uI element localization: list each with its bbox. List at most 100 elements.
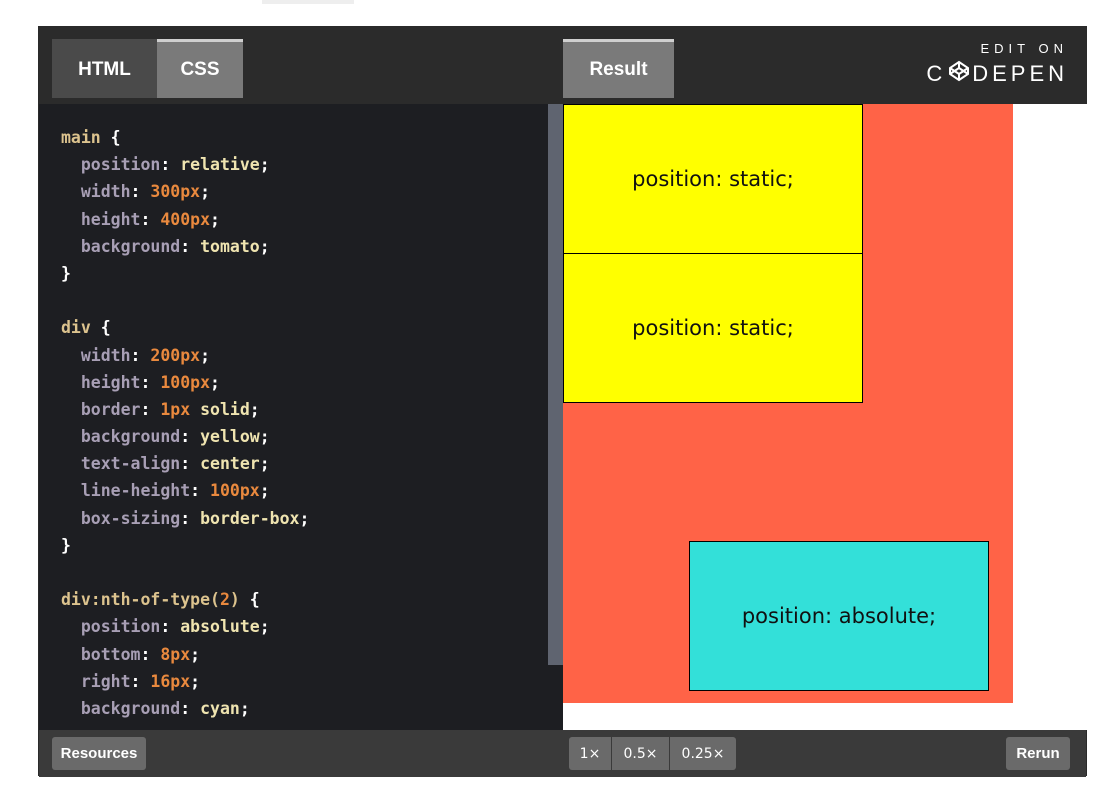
code-token: } — [61, 263, 71, 283]
code-token: { — [100, 128, 121, 147]
code-token: : — [180, 698, 201, 718]
code-token: ; — [210, 209, 220, 229]
code-token: : — [180, 454, 201, 474]
code-line: div:nth-of-type(2) { — [61, 586, 309, 613]
code-token: width — [61, 345, 131, 365]
code-token: div — [61, 318, 91, 338]
code-token: 16px — [150, 671, 191, 691]
code-token: position — [61, 617, 161, 637]
code-token: tomato — [200, 236, 260, 256]
code-line: line-height: 100px; — [61, 477, 309, 504]
code-line: right: 16px; — [61, 668, 309, 695]
code-token: ; — [259, 454, 270, 474]
code-token: background — [61, 427, 181, 447]
code-token: ; — [299, 508, 310, 528]
code-line: border: 1px solid; — [61, 396, 309, 423]
code-token: } — [61, 535, 71, 555]
code-token: ; — [259, 236, 270, 256]
resources-button[interactable]: Resources — [52, 737, 146, 770]
code-token: : — [180, 508, 201, 528]
edit-on-label: EDIT ON — [980, 41, 1068, 56]
code-line: } — [61, 260, 309, 287]
code-line: background: cyan; — [61, 695, 309, 722]
code-token: : — [140, 209, 161, 229]
code-token: : — [190, 481, 211, 501]
code-token: background — [61, 236, 181, 256]
code-line: box-sizing: border-box; — [61, 505, 310, 532]
tab-result[interactable]: Result — [563, 39, 674, 98]
code-token: : — [130, 345, 151, 365]
css-editor[interactable]: main { position: relative; width: 300px;… — [39, 104, 548, 730]
code-token: bottom — [61, 644, 141, 664]
code-token: line-height — [61, 481, 191, 501]
code-line: position: relative; — [61, 151, 309, 178]
zoom-0-25x-button[interactable]: 0.25× — [670, 737, 736, 770]
zoom-controls: 1× 0.5× 0.25× — [569, 737, 737, 770]
code-token: solid — [190, 399, 250, 419]
code-line: } — [61, 532, 309, 559]
absolute-div: position: absolute; — [689, 541, 989, 691]
code-line: main { — [61, 124, 309, 151]
code-line: height: 400px; — [61, 206, 309, 233]
code-token: 400px — [160, 209, 211, 229]
code-line: height: 100px; — [61, 369, 309, 396]
code-token: right — [61, 671, 131, 691]
code-token: yellow — [200, 427, 260, 447]
code-token: : — [180, 236, 201, 256]
code-token: { — [239, 590, 260, 610]
code-token: relative — [180, 155, 260, 175]
code-line: bottom: 8px; — [61, 641, 309, 668]
code-token: 8px — [160, 644, 191, 664]
code-token: 1px — [160, 399, 191, 419]
rerun-button[interactable]: Rerun — [1006, 737, 1070, 770]
zoom-0-5x-button[interactable]: 0.5× — [612, 737, 669, 770]
code-line: position: absolute; — [61, 613, 309, 640]
css-code: main { position: relative; width: 300px;… — [61, 124, 309, 722]
code-token: : — [140, 372, 161, 392]
code-token: ; — [259, 155, 270, 175]
code-token: cyan — [200, 698, 240, 718]
code-token: : — [130, 182, 151, 202]
code-line: div { — [61, 314, 309, 341]
code-token: position — [61, 155, 161, 175]
code-token: : — [130, 671, 151, 691]
codepen-wordmark-left: C — [926, 61, 947, 86]
code-token: ; — [190, 671, 201, 691]
code-token: main — [61, 128, 101, 147]
code-token: : — [160, 155, 181, 175]
embed-footer: Resources 1× 0.5× 0.25× Rerun — [39, 730, 1086, 777]
edit-on-codepen-link[interactable]: EDIT ON C DEPEN — [926, 41, 1068, 88]
tab-html[interactable]: HTML — [52, 39, 157, 98]
code-token: : — [160, 617, 181, 637]
code-token: { — [90, 318, 111, 338]
editor-scrollbar[interactable] — [548, 104, 563, 665]
code-token: ; — [259, 481, 270, 501]
embed-header: HTML CSS Result EDIT ON C DEPEN — [39, 27, 1086, 104]
code-token: ; — [259, 427, 270, 447]
code-token: width — [61, 182, 131, 202]
code-token: 100px — [160, 372, 211, 392]
code-line: width: 200px; — [61, 342, 309, 369]
codepen-wordmark-right: DEPEN — [972, 61, 1068, 86]
code-line: background: tomato; — [61, 233, 309, 260]
code-token: : — [180, 427, 201, 447]
code-line: text-align: center; — [61, 450, 309, 477]
code-token: height — [61, 209, 141, 229]
codepen-embed: HTML CSS Result EDIT ON C DEPEN main {p… — [38, 26, 1087, 777]
tab-css[interactable]: CSS — [157, 39, 243, 98]
code-token: ; — [249, 399, 260, 419]
code-token: 2 — [219, 590, 230, 610]
code-token: background — [61, 698, 181, 718]
main-element: position: static; position: static; posi… — [563, 104, 1013, 703]
code-token: : — [140, 644, 161, 664]
code-token: ) — [229, 590, 240, 610]
static-div-2: position: static; — [563, 253, 863, 403]
zoom-1x-button[interactable]: 1× — [569, 737, 611, 770]
code-token: box-sizing — [61, 508, 181, 528]
code-token: border — [61, 399, 141, 419]
code-token: ; — [259, 617, 270, 637]
top-strip — [262, 0, 354, 4]
code-token: : — [140, 399, 161, 419]
code-line: background: yellow; — [61, 423, 309, 450]
